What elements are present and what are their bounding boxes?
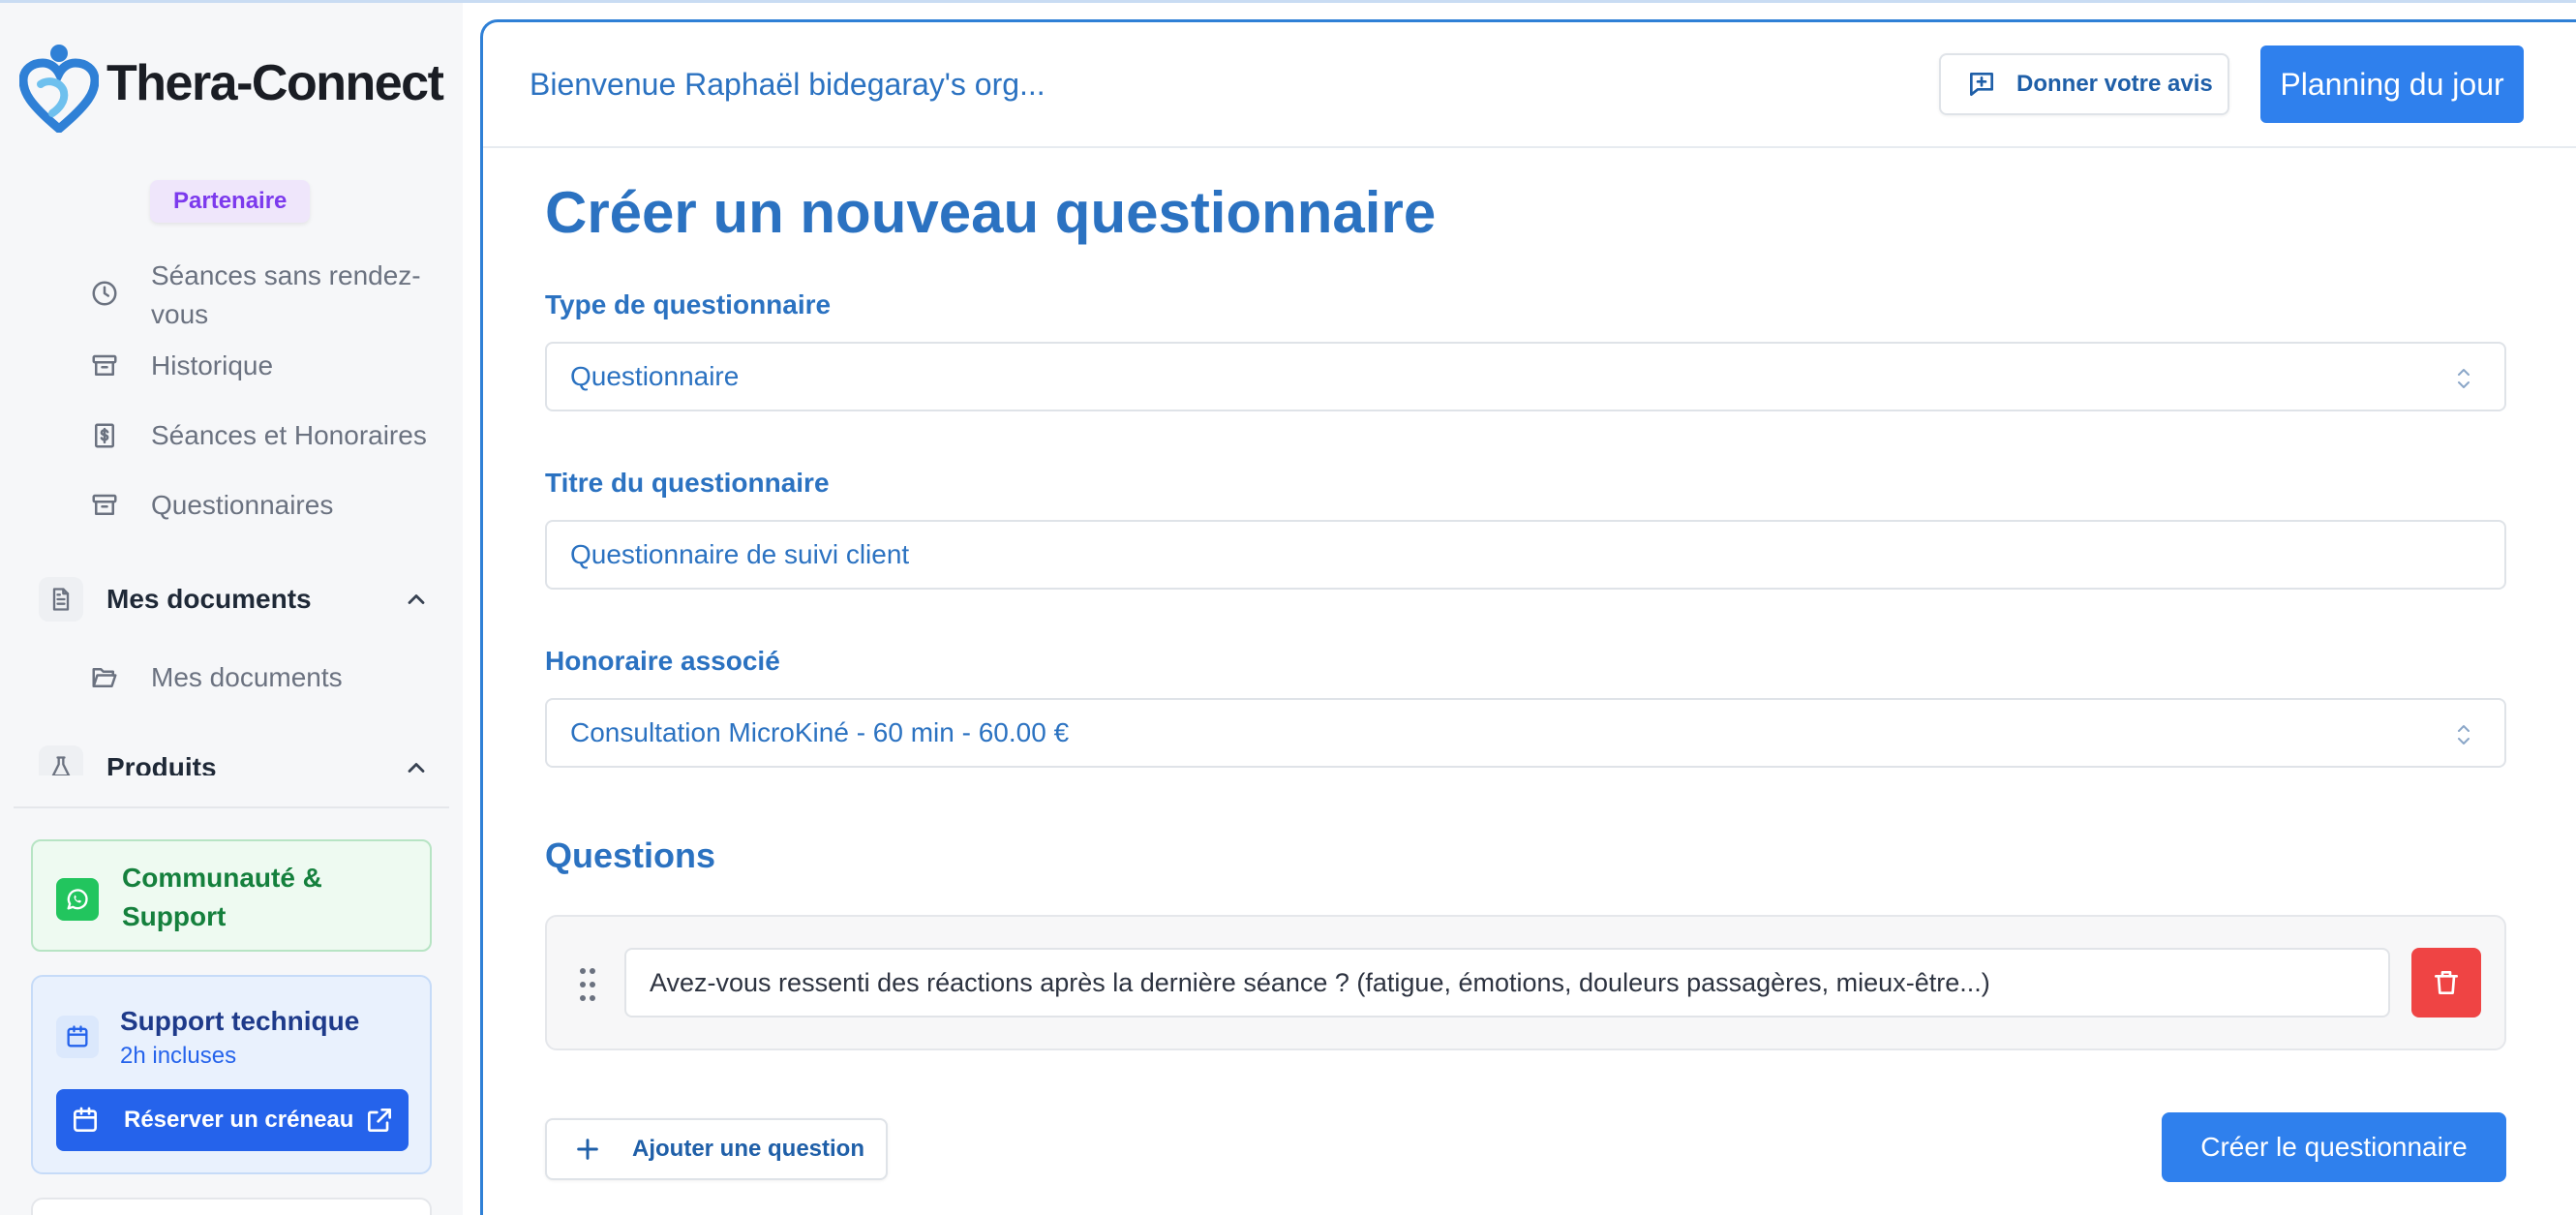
scroll-mask [0,775,463,810]
sidebar-item-label: Séances et Honoraires [151,420,427,450]
chevrons-up-down-icon [2452,365,2475,392]
chevrons-up-down-icon [2452,721,2475,748]
drag-handle-icon[interactable] [576,965,599,1004]
sidebar-item-label: Historique [151,350,274,380]
app-name: Thera-Connect [106,55,444,111]
support-subtitle: 2h incluses [120,1043,237,1069]
section-label: Mes documents [106,584,312,614]
questions-heading: Questions [545,835,716,875]
dollar-receipt-icon [87,418,122,453]
welcome-text: Bienvenue Raphaël bidegaray's org... [530,67,1046,102]
question-input[interactable]: Avez-vous ressenti des réactions après l… [624,948,2390,1018]
clock-icon [87,276,122,311]
sidebar: Thera-Connect Partenaire Séances sans re… [0,3,463,1215]
app-logo[interactable]: Thera-Connect [19,40,444,133]
community-support-card[interactable]: Communauté & Support [31,839,432,952]
add-question-button[interactable]: Ajouter une question [545,1118,888,1180]
fee-select[interactable]: Consultation MicroKiné - 60 min - 60.00 … [545,698,2506,768]
add-question-label: Ajouter une question [632,1136,864,1162]
title-input[interactable]: Questionnaire de suivi client [545,520,2506,590]
book-slot-button[interactable]: Réserver un créneau [56,1089,409,1151]
page-title: Créer un nouveau questionnaire [545,180,1437,245]
daily-planning-button[interactable]: Planning du jour [2260,46,2524,123]
message-plus-icon [1966,69,1997,100]
community-support-label: Communauté & Support [122,863,322,931]
sidebar-item-questionnaires[interactable]: Questionnaires [87,486,455,525]
file-text-icon [39,577,83,622]
plus-icon [572,1134,603,1165]
folder-open-icon [87,660,122,695]
sidebar-item-my-documents[interactable]: Mes documents [87,658,455,697]
book-slot-label: Réserver un créneau [124,1107,354,1133]
external-link-icon [364,1105,395,1136]
delete-question-button[interactable] [2411,948,2481,1018]
feedback-button[interactable]: Donner votre avis [1939,53,2229,115]
archive-icon [87,349,122,383]
sidebar-item-label: Questionnaires [151,490,334,520]
title-input-value: Questionnaire de suivi client [570,539,910,569]
support-title: Support technique [120,1006,360,1036]
create-questionnaire-button[interactable]: Créer le questionnaire [2162,1112,2506,1182]
archive-icon [87,488,122,523]
fee-select-value: Consultation MicroKiné - 60 min - 60.00 … [570,717,1070,747]
calendar-icon [56,1016,99,1058]
sidebar-item-sessions-fees[interactable]: Séances et Honoraires [87,416,455,455]
type-select-value: Questionnaire [570,361,740,391]
heart-logo-icon [19,45,99,133]
question-text: Avez-vous ressenti des réactions après l… [650,967,1990,997]
type-select[interactable]: Questionnaire [545,342,2506,411]
title-label: Titre du questionnaire [545,468,830,498]
sidebar-item-label: Séances sans rendez-vous [151,260,421,329]
whatsapp-icon [56,878,99,921]
partner-badge: Partenaire [150,180,311,223]
sidebar-item-walkin-sessions[interactable]: Séances sans rendez-vous [87,257,455,334]
sidebar-divider [14,806,449,808]
section-my-documents[interactable]: Mes documents [39,575,436,623]
fee-label: Honoraire associé [545,646,780,676]
main-panel: Bienvenue Raphaël bidegaray's org... Don… [480,19,2576,1215]
calendar-icon [70,1105,101,1136]
sidebar-item-label: Mes documents [151,662,343,692]
type-label: Type de questionnaire [545,289,832,319]
top-header: Bienvenue Raphaël bidegaray's org... Don… [483,22,2576,148]
feedback-label: Donner votre avis [2016,71,2213,97]
question-item: Avez-vous ressenti des réactions après l… [545,915,2506,1050]
sidebar-item-history[interactable]: Historique [87,347,455,385]
technical-support-card: Support technique 2h incluses Réserver u… [31,975,432,1174]
chevron-up-icon[interactable] [397,580,436,619]
trash-icon [2435,971,2458,994]
sidebar-bottom-card [31,1198,432,1215]
